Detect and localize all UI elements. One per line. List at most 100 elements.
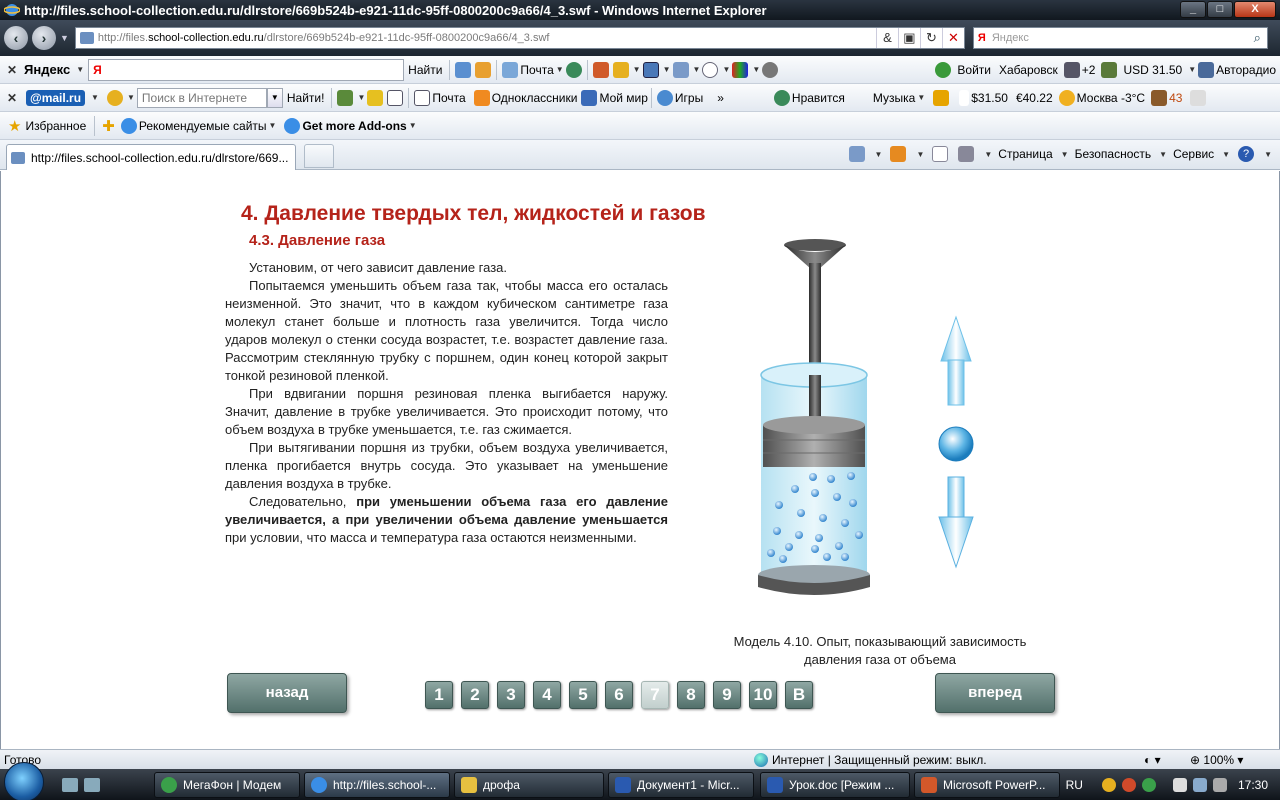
page-search-icon[interactable]	[387, 89, 404, 106]
refresh-icon[interactable]: ↻	[919, 28, 942, 48]
star-icon[interactable]	[612, 61, 629, 78]
tray-icon[interactable]	[1141, 777, 1156, 792]
ampersand-icon[interactable]: &	[875, 28, 898, 48]
chevron-down-icon[interactable]: ▼	[1264, 150, 1272, 159]
get-addons[interactable]: Get more Add-ons	[302, 119, 406, 133]
chat-icon[interactable]	[702, 61, 719, 78]
chevron-down-icon[interactable]: ▼	[127, 93, 135, 102]
bars-icon[interactable]	[732, 61, 749, 78]
network-icon[interactable]	[1172, 777, 1187, 792]
page-button-5[interactable]: 5	[569, 681, 597, 709]
yandex-search-input[interactable]: Я	[88, 58, 405, 81]
start-button[interactable]	[4, 761, 44, 800]
chevron-down-icon[interactable]: ▼	[357, 93, 365, 102]
tray-icon[interactable]	[1101, 777, 1116, 792]
taskbar-item[interactable]: Microsoft PowerP...	[914, 772, 1060, 798]
switch-windows-icon[interactable]	[84, 777, 100, 792]
stop-icon[interactable]: ✕	[941, 28, 964, 48]
mailru-logo[interactable]: @mail.ru	[26, 89, 86, 106]
favorites-button[interactable]: Избранное	[25, 119, 86, 133]
agent-count[interactable]: 43	[1169, 91, 1182, 105]
tray-icon[interactable]	[1121, 777, 1136, 792]
usd-rate[interactable]: USD 31.50	[1123, 63, 1182, 77]
notification-icon[interactable]	[933, 89, 950, 106]
chevron-down-icon[interactable]: ▼	[1159, 150, 1167, 159]
page-menu[interactable]: Страница	[998, 147, 1052, 161]
home-icon[interactable]	[592, 61, 609, 78]
page-button-v[interactable]: В	[785, 681, 813, 709]
up-arrow-icon[interactable]	[940, 315, 972, 406]
page-button-6[interactable]: 6	[605, 681, 633, 709]
page-button-8[interactable]: 8	[677, 681, 705, 709]
help-icon[interactable]: ?	[1238, 146, 1255, 162]
chevron-down-icon[interactable]: ▼	[722, 65, 730, 74]
gear-icon[interactable]	[762, 61, 779, 78]
mailru-search-input[interactable]: Поиск в Интернете	[136, 87, 267, 108]
close-toolbar-icon[interactable]: ✕	[4, 91, 20, 105]
language-indicator[interactable]: RU	[1066, 778, 1083, 792]
text-icon[interactable]	[337, 89, 354, 106]
home-icon[interactable]	[848, 146, 865, 162]
chevron-down-icon[interactable]: ▼	[409, 121, 417, 130]
address-bar[interactable]: http://files. school-collection.edu.ru/dl…	[74, 27, 965, 49]
city-label[interactable]: Хабаровск	[999, 63, 1058, 77]
browser-tab[interactable]: http://files.school-collection.edu.ru/dl…	[6, 144, 296, 170]
speaker-icon[interactable]	[1198, 61, 1215, 78]
chevron-down-icon[interactable]: ▼	[76, 65, 84, 74]
taskbar-item[interactable]: Документ1 - Micr...	[608, 772, 754, 798]
taskbar-item[interactable]: МегаФон | Модем	[154, 772, 300, 798]
back-arrow-icon[interactable]: ‹	[4, 26, 28, 50]
chevron-down-icon[interactable]: ▼	[693, 65, 701, 74]
chevron-down-icon[interactable]: ▼	[916, 150, 924, 159]
chevron-down-icon[interactable]: ▼	[1222, 150, 1230, 159]
yandex-find-button[interactable]: Найти	[408, 63, 442, 77]
eur-rate-mail[interactable]: €40.22	[1016, 91, 1053, 105]
yandex-mail-link[interactable]: Почта	[520, 63, 553, 77]
recommended-sites[interactable]: Рекомендуемые сайты	[139, 119, 267, 133]
clock[interactable]: 17:30	[1238, 778, 1268, 792]
read-mail-icon[interactable]	[932, 146, 949, 162]
weather-value[interactable]: +2	[1082, 63, 1096, 77]
radio-link[interactable]: Авторадио	[1216, 63, 1276, 77]
close-toolbar-icon[interactable]: ✕	[4, 63, 20, 77]
music-link[interactable]: Музыка	[873, 91, 915, 105]
bookmark-icon[interactable]	[455, 61, 472, 78]
mail-icon[interactable]	[502, 61, 519, 78]
down-arrow-icon[interactable]	[938, 476, 974, 569]
new-tab-button[interactable]	[304, 144, 334, 168]
chevron-down-icon[interactable]: ▼	[984, 150, 992, 159]
search-box[interactable]: Я Яндекс ⌕	[972, 27, 1268, 49]
chevron-down-icon[interactable]: ▼	[269, 121, 277, 130]
rss-icon[interactable]	[890, 146, 907, 162]
security-zone[interactable]: Интернет | Защищенный режим: выкл.	[754, 752, 987, 767]
page-button-1[interactable]: 1	[425, 681, 453, 709]
taskbar-item[interactable]: http://files.school-...	[304, 772, 450, 798]
chevron-down-icon[interactable]: ▼	[875, 150, 883, 159]
control-knob[interactable]	[938, 426, 974, 462]
usd-rate-mail[interactable]: $31.50	[971, 91, 1008, 105]
print-icon[interactable]	[958, 146, 975, 162]
chevron-down-icon[interactable]: ▼	[556, 65, 564, 74]
piston-model-illustration[interactable]	[741, 235, 991, 605]
games-link[interactable]: Игры	[675, 91, 703, 105]
compatibility-icon[interactable]: ▣	[897, 28, 920, 48]
mailru-mail-link[interactable]: Почта	[432, 91, 465, 105]
key-icon[interactable]	[475, 61, 492, 78]
history-dropdown-icon[interactable]: ▼	[60, 33, 69, 43]
protected-mode-icon[interactable]: ◐ ▾	[1144, 753, 1161, 767]
login-link[interactable]: Войти	[957, 63, 991, 77]
back-button[interactable]: назад	[227, 673, 347, 713]
chevron-down-icon[interactable]: ▼	[752, 65, 760, 74]
page-button-3[interactable]: 3	[497, 681, 525, 709]
yandex-logo[interactable]: Яндекс	[24, 62, 70, 77]
likes-link[interactable]: Нравится	[792, 91, 845, 105]
forward-arrow-icon[interactable]: ›	[32, 26, 56, 50]
search-engine-icon[interactable]	[106, 89, 123, 106]
page-button-2[interactable]: 2	[461, 681, 489, 709]
highlighter-icon[interactable]	[367, 89, 384, 106]
minimize-button[interactable]: _	[1180, 1, 1206, 18]
chevron-down-icon[interactable]: ▼	[91, 93, 99, 102]
chevron-down-icon[interactable]: ▼	[1061, 150, 1069, 159]
search-icon[interactable]: ⌕	[1254, 30, 1261, 46]
chevron-down-icon[interactable]: ▼	[1188, 65, 1196, 74]
